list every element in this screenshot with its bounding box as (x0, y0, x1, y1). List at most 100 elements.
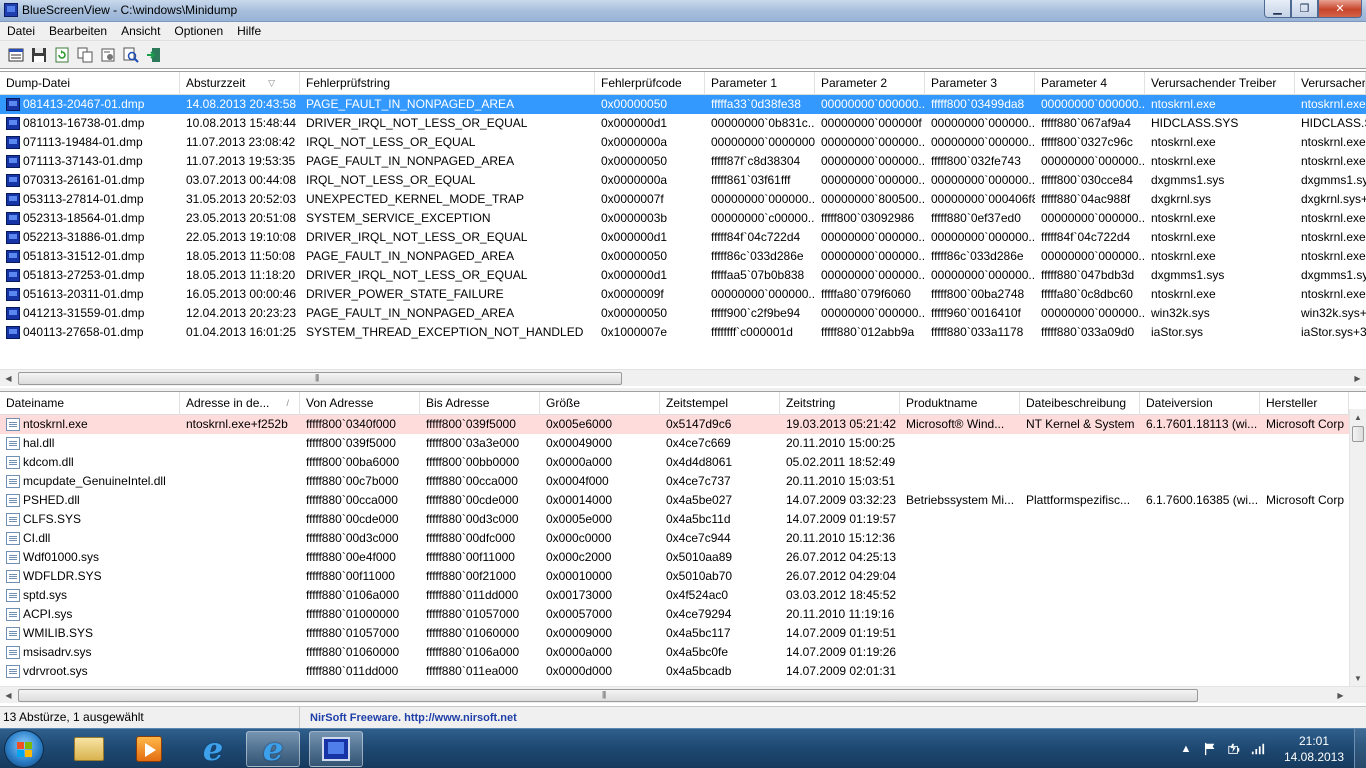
scroll-thumb[interactable] (18, 689, 1198, 702)
power-battery-icon[interactable] (1225, 740, 1243, 758)
properties-icon[interactable] (6, 45, 26, 65)
scroll-up-arrow-icon[interactable]: ▲ (1350, 409, 1366, 425)
driver-row[interactable]: sptd.sys fffff880`0106a000 fffff880`011dd0… (0, 586, 1366, 605)
cell-von-adresse: fffff880`01057000 (306, 626, 400, 640)
dump-row[interactable]: 040113-27658-01.dmp 01.04.2013 16:01:25 SY… (0, 323, 1366, 342)
options-icon[interactable] (98, 45, 118, 65)
show-desktop-button[interactable] (1354, 729, 1366, 768)
col-hersteller[interactable]: Hersteller (1260, 392, 1349, 415)
col-produktname[interactable]: Produktname (900, 392, 1020, 415)
driver-row[interactable]: CI.dll fffff880`00d3c000 fffff880`00dfc000… (0, 529, 1366, 548)
start-button[interactable] (4, 730, 44, 768)
show-hidden-icons-arrow-icon[interactable]: ▲ (1177, 740, 1195, 758)
dump-row[interactable]: 041213-31559-01.dmp 12.04.2013 20:23:23 PA… (0, 304, 1366, 323)
scroll-right-arrow-icon[interactable]: ▶ (1332, 687, 1349, 704)
dump-list[interactable]: Dump-Datei Absturzzeit ▽ Fehlerprüfstring… (0, 71, 1366, 388)
taskbar-internet-explorer-2[interactable]: e (246, 731, 300, 767)
col-dateiname[interactable]: Dateiname (0, 392, 180, 415)
col-groesse[interactable]: Größe (540, 392, 660, 415)
col-zeitstring[interactable]: Zeitstring (780, 392, 900, 415)
maximize-button[interactable]: ❐ (1291, 0, 1318, 18)
driver-row[interactable]: ACPI.sys fffff880`01000000 fffff880`010570… (0, 605, 1366, 624)
driver-row[interactable]: mcupdate_GenuineIntel.dll fffff880`00c7b0… (0, 472, 1366, 491)
dump-row[interactable]: 081013-16738-01.dmp 10.08.2013 15:48:44 DR… (0, 114, 1366, 133)
driver-row[interactable]: vdrvroot.sys fffff880`011dd000 fffff880`01… (0, 662, 1366, 681)
col-dump-datei[interactable]: Dump-Datei (0, 72, 180, 95)
copy-icon[interactable] (75, 45, 95, 65)
col-verursacher[interactable]: Verursacher (1295, 72, 1366, 95)
driver-list-hscrollbar[interactable]: ◀ ||| ▶ (0, 686, 1366, 703)
dump-row[interactable]: 051813-27253-01.dmp 18.05.2013 11:18:20 DR… (0, 266, 1366, 285)
scroll-right-arrow-icon[interactable]: ▶ (1349, 370, 1366, 387)
driver-row[interactable]: ntoskrnl.exe ntoskrnl.exe+f252b fffff800`0… (0, 415, 1366, 434)
driver-row[interactable]: CLFS.SYS fffff880`00cde000 fffff880`00d3c0… (0, 510, 1366, 529)
scroll-grip-icon: ||| (315, 373, 319, 382)
dump-row[interactable]: 053113-27814-01.dmp 31.05.2013 20:52:03 UN… (0, 190, 1366, 209)
scroll-left-arrow-icon[interactable]: ◀ (0, 370, 17, 387)
cell-parameter-3: 00000000`000000... (931, 135, 1035, 149)
close-button[interactable]: ✕ (1318, 0, 1362, 18)
cell-dateibeschreibung (1020, 643, 1140, 662)
scroll-left-arrow-icon[interactable]: ◀ (0, 687, 17, 704)
driver-row[interactable]: WDFLDR.SYS fffff880`00f11000 fffff880`00f2… (0, 567, 1366, 586)
dump-row[interactable]: 052313-18564-01.dmp 23.05.2013 20:51:08 SY… (0, 209, 1366, 228)
save-icon[interactable] (29, 45, 49, 65)
col-verursachender-treiber[interactable]: Verursachender Treiber (1145, 72, 1295, 95)
vscroll-thumb[interactable] (1352, 426, 1364, 442)
dump-row[interactable]: 070313-26161-01.dmp 03.07.2013 00:44:08 IR… (0, 171, 1366, 190)
col-parameter-3[interactable]: Parameter 3 (925, 72, 1035, 95)
col-absturzzeit[interactable]: Absturzzeit ▽ (180, 72, 300, 95)
col-adresse-in-dem[interactable]: Adresse in de... / (180, 392, 300, 415)
col-fehlerpruefstring[interactable]: Fehlerprüfstring (300, 72, 595, 95)
refresh-icon[interactable] (52, 45, 72, 65)
action-center-flag-icon[interactable] (1201, 740, 1219, 758)
col-parameter-1[interactable]: Parameter 1 (705, 72, 815, 95)
driver-row[interactable]: kdcom.dll fffff800`00ba6000 fffff800`00bb0… (0, 453, 1366, 472)
dump-row[interactable]: 052213-31886-01.dmp 22.05.2013 19:10:08 DR… (0, 228, 1366, 247)
driver-row[interactable]: Wdf01000.sys fffff880`00e4f000 fffff880`00… (0, 548, 1366, 567)
minimize-button[interactable]: ▁ (1264, 0, 1291, 18)
cell-von-adresse: fffff800`039f5000 (306, 436, 396, 450)
col-dateibeschreibung[interactable]: Dateibeschreibung (1020, 392, 1140, 415)
dump-row[interactable]: 071113-37143-01.dmp 11.07.2013 19:53:35 PA… (0, 152, 1366, 171)
driver-row[interactable]: hal.dll fffff800`039f5000 fffff800`03a3e00… (0, 434, 1366, 453)
driver-list-vscrollbar[interactable]: ▲ ▼ (1349, 409, 1366, 686)
col-parameter-4[interactable]: Parameter 4 (1035, 72, 1145, 95)
taskbar-media-player[interactable] (122, 731, 176, 767)
taskbar-explorer[interactable] (62, 731, 116, 767)
driver-row[interactable]: PSHED.dll fffff880`00cca000 fffff880`00cde… (0, 491, 1366, 510)
col-fehlerpruefcode[interactable]: Fehlerprüfcode (595, 72, 705, 95)
menu-bearbeiten[interactable]: Bearbeiten (42, 22, 114, 41)
scroll-thumb[interactable] (18, 372, 622, 385)
cell-dateiversion: 6.1.7600.16385 (wi... (1146, 493, 1259, 507)
dump-file-icon (6, 326, 20, 339)
dump-file-icon (6, 212, 20, 225)
dump-row[interactable]: 081413-20467-01.dmp 14.08.2013 20:43:58 PA… (0, 95, 1366, 114)
cell-verursachender-treiber: HIDCLASS.SYS (1151, 116, 1239, 130)
col-dateiversion[interactable]: Dateiversion (1140, 392, 1260, 415)
col-bis-adresse[interactable]: Bis Adresse (420, 392, 540, 415)
bluescreenview-app-icon[interactable] (4, 3, 18, 17)
nirsoft-link[interactable]: NirSoft Freeware. http://www.nirsoft.net (300, 712, 517, 724)
network-signal-icon[interactable] (1249, 740, 1267, 758)
driver-row[interactable]: msisadrv.sys fffff880`01060000 fffff880`01… (0, 643, 1366, 662)
scroll-down-arrow-icon[interactable]: ▼ (1350, 670, 1366, 686)
menu-datei[interactable]: Datei (0, 22, 42, 41)
taskbar-internet-explorer[interactable]: e (186, 731, 240, 767)
menu-ansicht[interactable]: Ansicht (114, 22, 167, 41)
dump-row[interactable]: 051613-20311-01.dmp 16.05.2013 00:00:46 DR… (0, 285, 1366, 304)
taskbar-bluescreenview[interactable] (309, 731, 363, 767)
driver-row[interactable]: WMILIB.SYS fffff880`01057000 fffff880`0106… (0, 624, 1366, 643)
dump-row[interactable]: 071113-19484-01.dmp 11.07.2013 23:08:42 IR… (0, 133, 1366, 152)
exit-icon[interactable] (144, 45, 164, 65)
dump-list-hscrollbar[interactable]: ◀ ||| ▶ (0, 369, 1366, 386)
find-icon[interactable] (121, 45, 141, 65)
driver-list[interactable]: Dateiname Adresse in de... / Von Adresse … (0, 391, 1366, 703)
clock[interactable]: 21:01 14.08.2013 (1274, 733, 1354, 765)
menu-optionen[interactable]: Optionen (167, 22, 230, 41)
col-parameter-2[interactable]: Parameter 2 (815, 72, 925, 95)
dump-row[interactable]: 051813-31512-01.dmp 18.05.2013 11:50:08 PA… (0, 247, 1366, 266)
col-von-adresse[interactable]: Von Adresse (300, 392, 420, 415)
col-zeitstempel[interactable]: Zeitstempel (660, 392, 780, 415)
menu-hilfe[interactable]: Hilfe (230, 22, 268, 41)
